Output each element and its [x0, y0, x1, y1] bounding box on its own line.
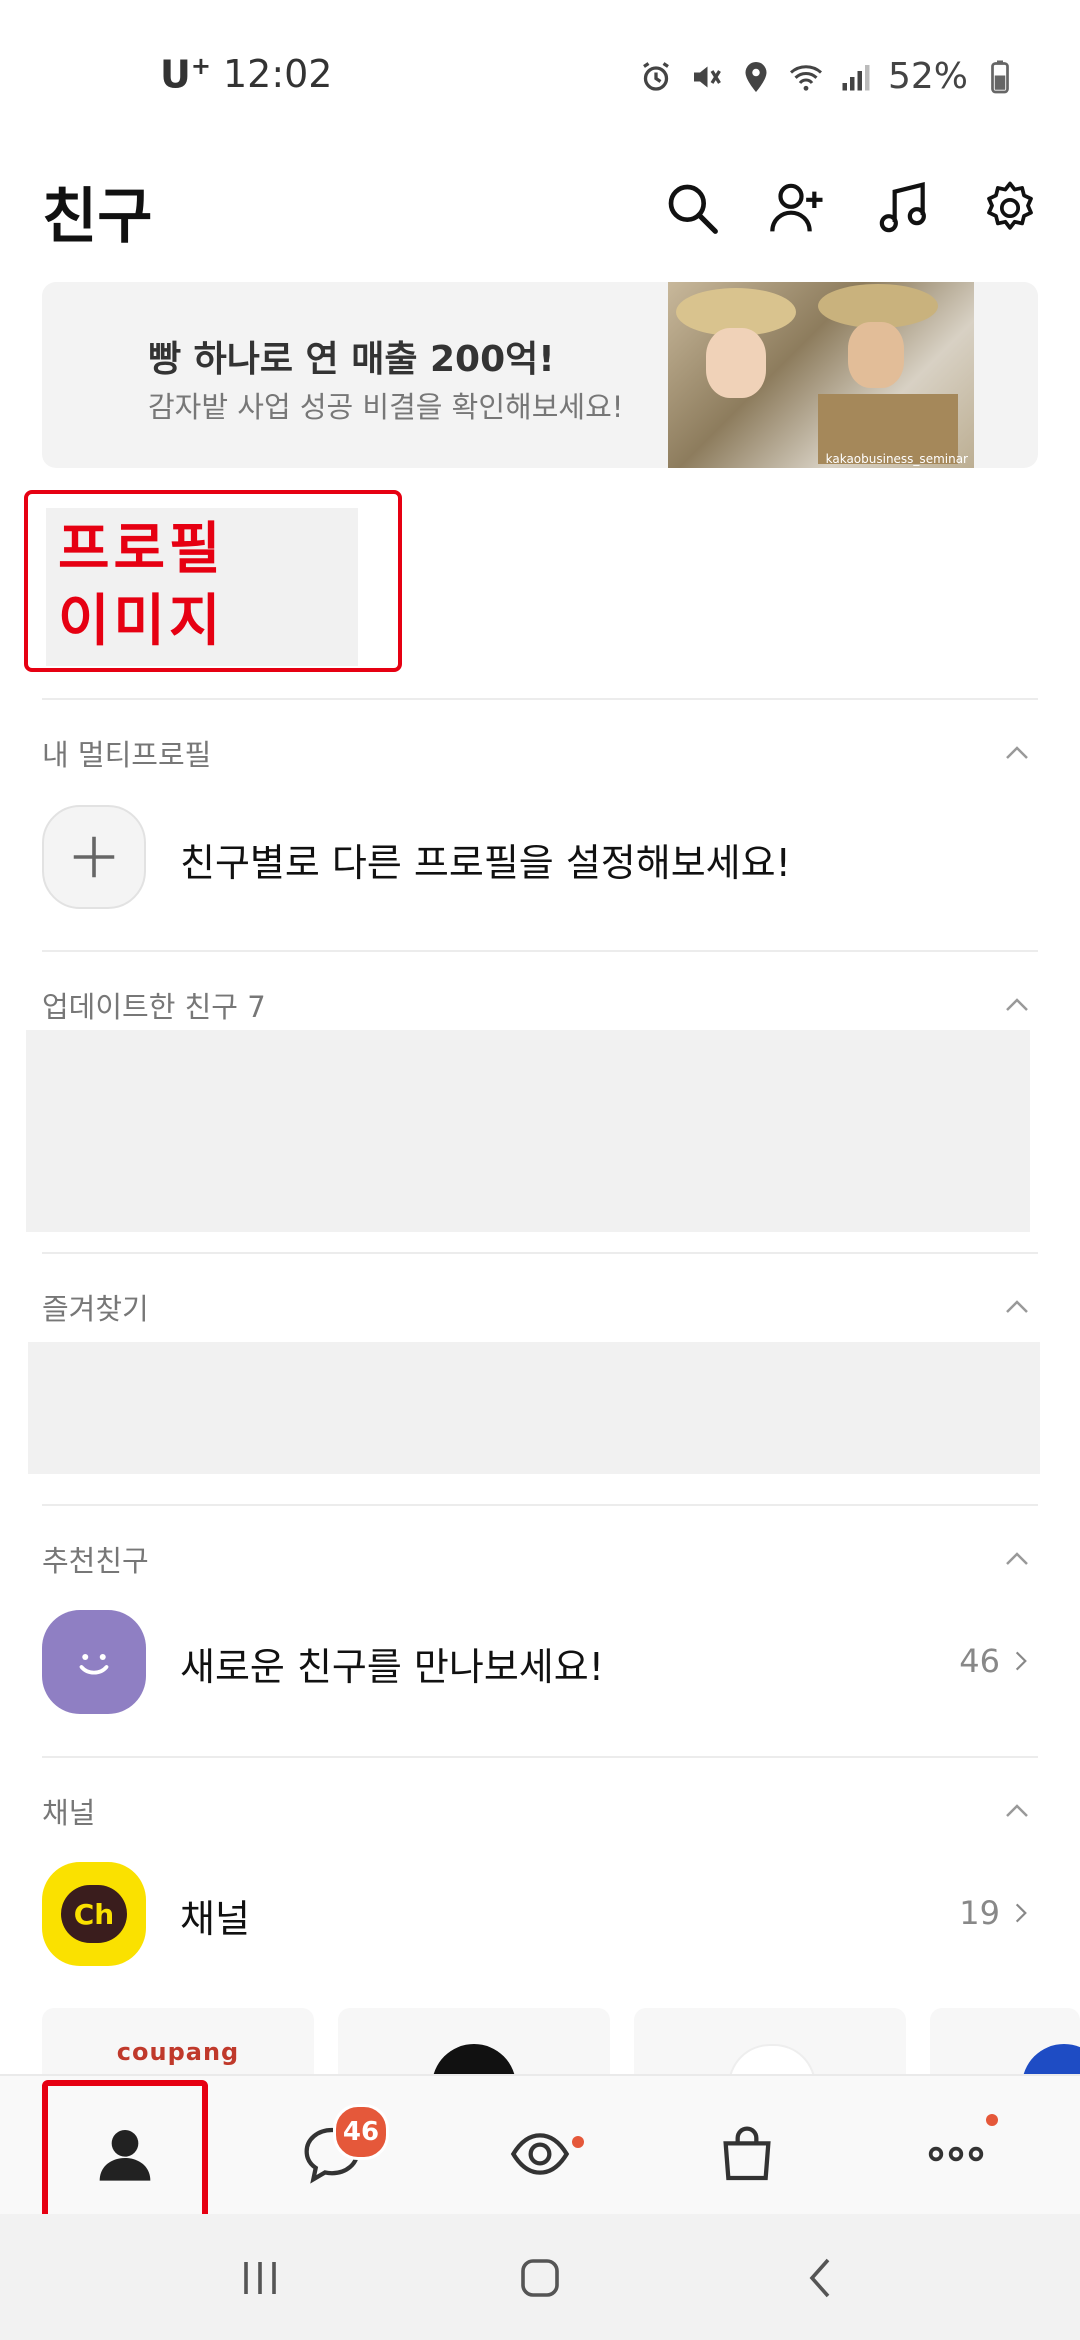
banner-image: kakaobusiness_seminar: [668, 282, 974, 468]
recommended-count[interactable]: 46: [959, 1642, 1034, 1680]
alarm-icon: [643, 61, 669, 91]
updated-friends-placeholder: [26, 1030, 1030, 1232]
banner-subtitle: 감자밭 사업 성공 비결을 확인해보세요!: [148, 390, 624, 424]
status-bar-left: U+ 12:02: [160, 52, 332, 97]
view-new-dot: [572, 2136, 584, 2148]
header-actions: [662, 178, 1040, 238]
recent-apps-icon[interactable]: [236, 2254, 284, 2302]
channel-text[interactable]: 채널: [180, 1888, 250, 1943]
search-button[interactable]: [662, 178, 722, 238]
tab-view[interactable]: [470, 2076, 610, 2232]
section-label-recommended: 추천친구: [42, 1544, 149, 1578]
chevron-up-icon[interactable]: [1002, 738, 1032, 768]
battery-icon: [991, 60, 1009, 93]
chevron-up-icon[interactable]: [1002, 1544, 1032, 1574]
carrier-label: U+: [160, 52, 211, 97]
tab-chats[interactable]: [262, 2076, 402, 2232]
channel-logo: Ch: [61, 1885, 127, 1943]
coupang-logo: coupang: [116, 2038, 240, 2066]
search-icon: [668, 184, 718, 234]
chat-badge: 46: [333, 2104, 389, 2160]
add-friend-icon: [770, 183, 823, 232]
divider: [42, 1252, 1038, 1254]
banner-watermark: kakaobusiness_seminar: [825, 452, 968, 466]
music-button[interactable]: [874, 178, 934, 238]
my-profile[interactable]: 프로필 이미지: [24, 490, 402, 672]
settings-icon: [987, 181, 1033, 230]
home-icon[interactable]: [516, 2254, 564, 2302]
back-icon[interactable]: [798, 2254, 846, 2302]
add-friend-button[interactable]: [768, 178, 828, 238]
music-icon: [879, 181, 926, 233]
section-label-channel: 채널: [42, 1796, 96, 1830]
wifi-icon: [789, 64, 822, 91]
divider: [42, 950, 1038, 952]
add-multi-profile-button[interactable]: [42, 805, 146, 909]
section-label-updated-friends: 업데이트한 친구 7: [42, 990, 266, 1024]
chevron-right-icon: [1015, 1651, 1027, 1671]
recommended-friends-text[interactable]: 새로운 친구를 만나보세요!: [180, 1636, 604, 1691]
battery-percent: 52%: [887, 56, 968, 97]
status-bar-right: 52%: [638, 56, 1018, 97]
eye-icon: [510, 2133, 570, 2175]
divider: [42, 698, 1038, 700]
smile-icon: [79, 1654, 109, 1675]
more-icon: [928, 2146, 984, 2162]
system-navigation-bar: [0, 2214, 1080, 2340]
ad-banner[interactable]: 빵 하나로 연 매출 200억! 감자밭 사업 성공 비결을 확인해보세요! k…: [42, 282, 1038, 468]
channel-count[interactable]: 19: [959, 1894, 1034, 1932]
divider: [42, 1756, 1038, 1758]
section-label-multi-profile: 내 멀티프로필: [42, 738, 212, 772]
section-label-favorites: 즐겨찾기: [42, 1292, 149, 1326]
friends-tab-highlight: [42, 2080, 208, 2226]
more-new-dot: [986, 2114, 998, 2126]
settings-button[interactable]: [980, 178, 1040, 238]
favorites-placeholder: [28, 1342, 1040, 1474]
profile-annotation: 프로필 이미지: [58, 517, 225, 654]
chevron-up-icon[interactable]: [1002, 1292, 1032, 1322]
divider: [42, 1504, 1038, 1506]
chevron-right-icon: [1015, 1903, 1027, 1923]
location-icon: [745, 61, 767, 92]
tab-more[interactable]: [886, 2076, 1026, 2232]
mute-icon: [693, 66, 721, 87]
page-title: 친구: [42, 182, 153, 252]
plus-icon: [73, 836, 115, 878]
chevron-up-icon[interactable]: [1002, 990, 1032, 1020]
tab-shopping[interactable]: [677, 2076, 817, 2232]
clock: 12:02: [222, 52, 333, 97]
banner-title: 빵 하나로 연 매출 200억!: [148, 339, 555, 380]
shopping-bag-icon: [723, 2126, 771, 2181]
recommended-friends-icon[interactable]: [42, 1610, 146, 1714]
channel-icon[interactable]: Ch: [42, 1862, 146, 1966]
signal-icon: [842, 64, 870, 90]
chevron-up-icon[interactable]: [1002, 1796, 1032, 1826]
multi-profile-text[interactable]: 친구별로 다른 프로필을 설정해보세요!: [180, 832, 791, 887]
